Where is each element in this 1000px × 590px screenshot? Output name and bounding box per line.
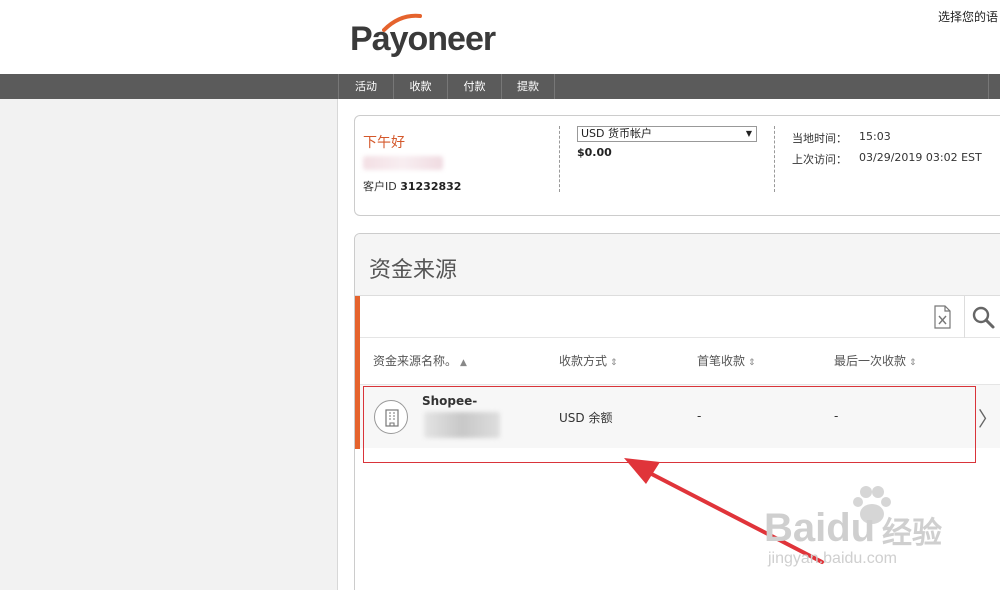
col-header-source-name[interactable]: 资金来源名称。 ▲ — [373, 352, 467, 369]
nav-item-pay[interactable]: 付款 — [447, 74, 501, 99]
watermark-brand: Baidu — [764, 506, 876, 550]
payoneer-logo[interactable]: Payoneer — [350, 13, 496, 64]
main-nav: 活动 收款 付款 提款 — [0, 74, 1000, 99]
summary-divider — [559, 126, 560, 192]
sort-asc-icon: ▲ — [460, 358, 467, 368]
greeting-text: 下午好 — [363, 135, 405, 151]
annotation-highlight-box — [363, 386, 976, 463]
account-select-value: USD 货币帐户 — [581, 127, 653, 140]
funding-sources-title: 资金来源 — [369, 258, 458, 283]
sort-icon: ⇕ — [909, 358, 917, 368]
sort-icon: ⇕ — [748, 358, 756, 368]
col-header-method[interactable]: 收款方式 ⇕ — [559, 352, 618, 369]
search-icon[interactable] — [970, 304, 996, 330]
nav-item-withdraw[interactable]: 提款 — [501, 74, 555, 99]
caret-down-icon: ▼ — [745, 129, 752, 138]
excel-export-icon[interactable] — [930, 304, 954, 330]
logo-swoosh-icon — [382, 13, 422, 32]
account-balance: $0.00 — [577, 146, 612, 159]
local-time-label: 当地时间： — [792, 132, 847, 145]
baidu-watermark: Baidu 经验 jingyan.baidu.com — [760, 484, 1000, 584]
customer-id-value: 31232832 — [400, 180, 462, 193]
account-summary-card: 下午好 客户ID 31232832 USD 货币帐户 ▼ $0.00 当地时间：… — [354, 115, 1000, 216]
account-currency-select[interactable]: USD 货币帐户 ▼ — [577, 126, 757, 142]
summary-divider — [774, 126, 775, 192]
col-header-label: 收款方式 — [559, 354, 608, 368]
nav-item-receive[interactable]: 收款 — [393, 74, 447, 99]
funding-sources-header: 资金来源 — [355, 234, 1000, 296]
table-toolbar — [360, 296, 1000, 338]
left-gutter — [0, 99, 338, 590]
local-time-row: 当地时间： 15:03 — [792, 130, 891, 146]
watermark-url: jingyan.baidu.com — [768, 550, 897, 567]
customer-id-label: 客户ID — [363, 180, 397, 193]
watermark-suffix: 经验 — [882, 517, 942, 550]
last-visit-row: 上次访问： 03/29/2019 03:02 EST — [792, 151, 982, 167]
col-header-label: 最后一次收款 — [834, 354, 907, 368]
last-visit-label: 上次访问： — [792, 153, 847, 166]
col-header-first-payment[interactable]: 首笔收款 ⇕ — [697, 352, 756, 369]
col-header-label: 资金来源名称。 — [373, 354, 458, 368]
sort-icon: ⇕ — [610, 358, 618, 368]
col-header-last-payment[interactable]: 最后一次收款 ⇕ — [834, 352, 917, 369]
local-time-value: 15:03 — [859, 130, 891, 143]
chevron-right-icon[interactable]: 〉 — [978, 403, 998, 432]
col-header-label: 首笔收款 — [697, 354, 746, 368]
customer-id: 客户ID 31232832 — [363, 178, 461, 194]
last-visit-value: 03/29/2019 03:02 EST — [859, 151, 982, 164]
nav-item-activity[interactable]: 活动 — [338, 74, 393, 99]
blurred-user-name — [363, 156, 443, 170]
logo-text: Payoneer — [350, 19, 496, 58]
nav-divider — [988, 74, 989, 99]
language-selector[interactable]: 选择您的语 — [938, 8, 998, 25]
toolbar-divider — [964, 296, 965, 338]
